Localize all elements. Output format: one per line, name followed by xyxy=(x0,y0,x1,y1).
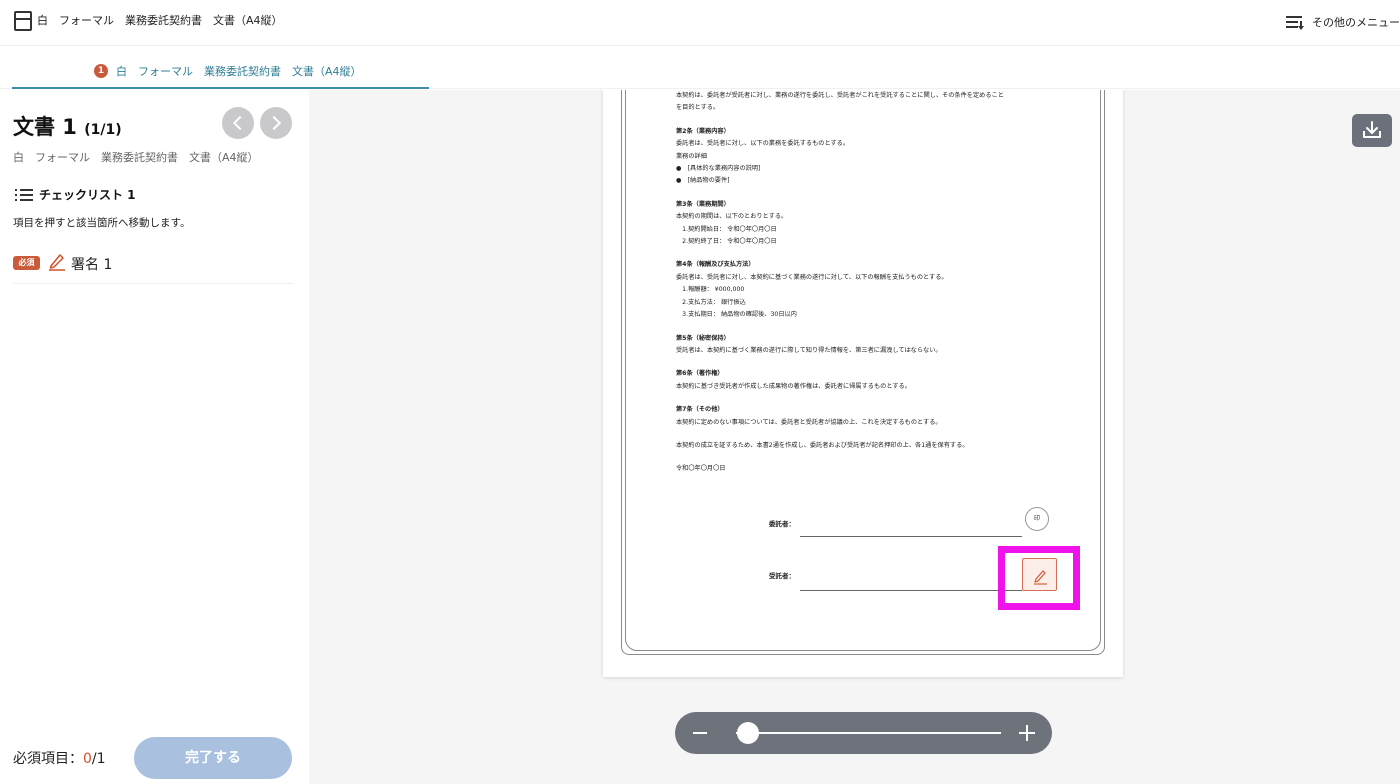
document-body: 本契約は、委託者が受託者に対し、業務の遂行を委託し、受託者がこれを受託することに… xyxy=(676,90,1076,476)
signature-field-button[interactable] xyxy=(1022,558,1057,591)
article-heading: 第5条（秘密保持） xyxy=(676,334,730,342)
zoom-slider-thumb[interactable] xyxy=(736,722,759,744)
zoom-out-button[interactable] xyxy=(693,732,707,734)
required-label: 必須項目： xyxy=(13,751,83,767)
contractor-label: 受託者： xyxy=(769,572,795,580)
other-menu-button[interactable]: その他のメニュー xyxy=(1286,10,1400,34)
document-line: ● [具体的な業務内容の説明] xyxy=(676,165,761,173)
prev-document-button[interactable] xyxy=(222,107,254,139)
checklist-title: チェックリスト 1 xyxy=(39,188,136,202)
document-title: 白 フォーマル 業務委託契約書 文書（A4縦） xyxy=(37,14,283,27)
document-line: 2.支払方法： 銀行振込 xyxy=(676,298,746,306)
other-menu-label: その他のメニュー xyxy=(1312,16,1400,29)
document-line: 1.契約開始日： 令和〇年〇月〇日 xyxy=(676,225,777,233)
required-total-count: /1 xyxy=(91,751,106,767)
tab-count-badge: 1 xyxy=(94,64,108,78)
document-line: 業務の詳細 xyxy=(676,152,707,160)
document-line: 本契約に定めのない事項については、委託者と受託者が協議の上、これを決定するものと… xyxy=(676,418,942,426)
doc-heading: 文書 1 (1/1) xyxy=(13,111,122,141)
doc-heading-title: 文書 1 xyxy=(13,115,77,139)
zoom-control xyxy=(675,712,1052,754)
checklist-item-label: 署名 1 xyxy=(71,257,113,273)
tab-document-1[interactable]: 1 白 フォーマル 業務委託契約書 文書（A4縦） xyxy=(12,47,429,89)
document-line: 本契約に基づき受託者が作成した成果物の著作権は、委託者に帰属するものとする。 xyxy=(676,382,911,390)
download-icon xyxy=(1363,121,1381,138)
download-button[interactable] xyxy=(1352,114,1392,147)
document-page: 本契約は、委託者が受託者に対し、業務の遂行を委託し、受託者がこれを受託することに… xyxy=(603,90,1123,677)
document-preview-area: 本契約は、委託者が受託者に対し、業務の遂行を委託し、受託者がこれを受託することに… xyxy=(309,90,1400,784)
pen-icon xyxy=(1034,570,1047,585)
document-line: 3.支払期日： 納品物の確認後、30日以内 xyxy=(676,311,797,319)
client-label: 委託者： xyxy=(769,520,795,528)
document-line: 受託者は、本契約に基づく業務の遂行に際して知り得た情報を、第三者に漏洩してはなら… xyxy=(676,346,942,354)
document-line: ● [納品物の要件] xyxy=(676,177,730,185)
required-done-count: 0 xyxy=(83,751,92,767)
document-line: 本契約の期間は、以下のとおりとする。 xyxy=(676,213,788,221)
document-tab-row: 1 白 フォーマル 業務委託契約書 文書（A4縦） xyxy=(0,47,1400,89)
document-line: 本契約は、委託者が受託者に対し、業務の遂行を委託し、受託者がこれを受託することに… xyxy=(676,92,1004,99)
checklist-header: チェックリスト 1 xyxy=(15,186,136,203)
document-line: 1.報酬額： ¥000,000 xyxy=(676,286,745,294)
article-heading: 第2条（業務内容） xyxy=(676,127,730,135)
article-heading: 第6条（著作権） xyxy=(676,370,724,378)
zoom-in-button[interactable] xyxy=(1019,725,1035,741)
checklist-sidebar: 文書 1 (1/1) 白 フォーマル 業務委託契約書 文書（A4縦） チェックリ… xyxy=(0,90,309,784)
menu-sort-icon xyxy=(1286,15,1306,30)
document-line: 委託者は、受託者に対し、以下の業務を委託するものとする。 xyxy=(676,140,850,148)
required-items-count: 必須項目：0/1 xyxy=(13,748,106,768)
complete-button[interactable]: 完了する xyxy=(134,737,292,779)
zoom-slider-track[interactable] xyxy=(736,732,1001,734)
doc-subtitle: 白 フォーマル 業務委託契約書 文書（A4縦） xyxy=(13,151,259,164)
required-badge: 必須 xyxy=(13,256,40,270)
client-signature-line xyxy=(800,536,1022,537)
checklist-hint: 項目を押すと該当箇所へ移動します。 xyxy=(13,217,191,229)
contractor-signature-line xyxy=(800,590,1022,591)
next-document-button[interactable] xyxy=(260,107,292,139)
doc-page-indicator: (1/1) xyxy=(84,122,122,138)
pen-icon xyxy=(49,254,65,271)
article-heading: 第4条（報酬及び支払方法） xyxy=(676,261,755,269)
document-line: 本契約の成立を証するため、本書2通を作成し、委託者および受託者が記名押印の上、各… xyxy=(676,441,969,449)
document-line: を目的とする。 xyxy=(676,104,720,112)
list-icon xyxy=(15,188,33,202)
stamp-field[interactable]: 印 xyxy=(1025,507,1049,531)
tab-label: 白 フォーマル 業務委託契約書 文書（A4縦） xyxy=(116,65,362,78)
document-line: 令和〇年〇月〇日 xyxy=(676,465,726,473)
top-bar: 白 フォーマル 業務委託契約書 文書（A4縦） その他のメニュー xyxy=(0,0,1400,46)
document-line: 委託者は、受託者に対し、本契約に基づく業務の遂行に対して、以下の報酬を支払うもの… xyxy=(676,273,948,281)
article-heading: 第7条（その他） xyxy=(676,406,724,414)
article-heading: 第3条（業務期間） xyxy=(676,200,730,208)
document-line: 2.契約終了日： 令和〇年〇月〇日 xyxy=(676,238,777,246)
checklist-item-signature-1[interactable]: 必須 署名 1 xyxy=(13,250,293,284)
document-icon xyxy=(14,11,32,31)
